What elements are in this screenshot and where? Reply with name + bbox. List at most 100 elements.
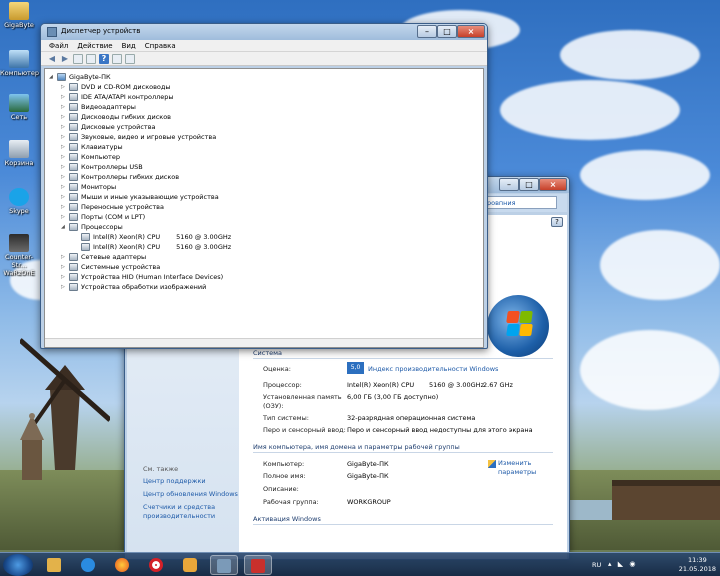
expand-arrow-icon[interactable]: ▷ [61, 252, 67, 262]
link-performance[interactable]: Счетчики и средства производительности [143, 503, 235, 521]
menu-view[interactable]: Вид [122, 42, 136, 50]
computer-section-title: Имя компьютера, имя домена и параметры р… [253, 443, 460, 451]
rating-link[interactable]: Индекс производительности Windows [368, 365, 498, 373]
tree-item[interactable]: ▷ Мыши и иные указывающие устройства [61, 192, 219, 202]
tree-item-cpu[interactable]: Intel(R) Xeon(R) CPU 5160 @ 3.00GHz [81, 242, 231, 252]
taskbar-device-manager[interactable] [210, 555, 238, 575]
tree-item[interactable]: ▷ Компьютер [61, 152, 120, 162]
expand-arrow-icon[interactable]: ▷ [61, 142, 67, 152]
tree-item[interactable]: ▷ Устройства HID (Human Interface Devices… [61, 272, 223, 282]
expand-arrow-icon[interactable]: ▷ [61, 192, 67, 202]
tree-item-processors[interactable]: ◢ Процессоры [61, 222, 123, 232]
horizontal-scrollbar[interactable] [45, 338, 483, 347]
tree-item[interactable]: ▷ Клавиатуры [61, 142, 123, 152]
expand-arrow-icon[interactable]: ▷ [61, 122, 67, 132]
close-button[interactable]: × [539, 178, 567, 191]
tree-item[interactable]: ▷ Сетевые адаптеры [61, 252, 146, 262]
computer-icon [69, 153, 78, 161]
expand-arrow-icon[interactable]: ▷ [61, 162, 67, 172]
collapse-arrow-icon[interactable]: ◢ [61, 222, 67, 232]
properties-icon[interactable] [86, 53, 96, 64]
maximize-button[interactable]: □ [437, 25, 457, 38]
processor-freq: 2.67 GHz [483, 381, 513, 389]
tree-view-icon[interactable] [73, 53, 83, 64]
forward-arrow-icon[interactable]: ▶ [60, 54, 70, 64]
desktop-icon-skype[interactable]: Skype [0, 188, 38, 215]
logo-blue [506, 324, 520, 336]
tree-item[interactable]: ▷ Переносные устройства [61, 202, 164, 212]
taskbar-media-player[interactable] [176, 555, 204, 575]
change-settings-link[interactable]: Изменить параметры [498, 459, 550, 477]
system-type-label: Тип системы: [263, 414, 309, 422]
update-icon[interactable] [112, 53, 122, 64]
tree-item[interactable]: ▷ Контроллеры гибких дисков [61, 172, 179, 182]
link-windows-update[interactable]: Центр обновления Windows [143, 490, 238, 498]
tree-item-cpu[interactable]: Intel(R) Xeon(R) CPU 5160 @ 3.00GHz [81, 232, 231, 242]
expand-arrow-icon[interactable]: ▷ [61, 282, 67, 292]
device-tree[interactable]: ◢ GigaByte-ПК ▷ DVD и CD-ROM дисководы ▷ I… [44, 68, 484, 348]
clock[interactable]: 11:39 21.05.2018 [679, 556, 716, 574]
expand-arrow-icon[interactable]: ▷ [61, 92, 67, 102]
back-arrow-icon[interactable]: ◀ [47, 54, 57, 64]
desktop-icon-recycle-bin[interactable]: Корзина [0, 140, 38, 167]
tree-item[interactable]: ▷ Дисководы гибких дисков [61, 112, 171, 122]
minimize-button[interactable]: – [499, 178, 519, 191]
expand-arrow-icon[interactable]: ▷ [61, 202, 67, 212]
desktop-icon-computer[interactable]: Компьютер [0, 50, 39, 77]
tree-item[interactable]: ▷ Системные устройства [61, 262, 160, 272]
maximize-button[interactable]: □ [519, 178, 539, 191]
tree-item[interactable]: ▷ Контроллеры USB [61, 162, 143, 172]
expand-arrow-icon[interactable]: ▷ [61, 212, 67, 222]
firefox-icon [115, 558, 129, 572]
help-button[interactable]: ? [551, 217, 563, 227]
scan-hardware-icon[interactable] [125, 53, 135, 64]
tree-item[interactable]: ▷ Дисковые устройства [61, 122, 156, 132]
usb-icon [69, 163, 78, 171]
search-field[interactable]: ровпния [483, 196, 557, 209]
menu-file[interactable]: Файл [49, 42, 68, 50]
menu-help[interactable]: Справка [145, 42, 176, 50]
expand-arrow-icon[interactable]: ▷ [61, 172, 67, 182]
minimize-button[interactable]: – [417, 25, 437, 38]
taskbar-ie[interactable] [74, 555, 102, 575]
tree-item[interactable]: ▷ IDE ATA/ATAPI контроллеры [61, 92, 174, 102]
tree-item[interactable]: ▷ Порты (COM и LPT) [61, 212, 145, 222]
desktop-icon-network[interactable]: Сеть [0, 94, 38, 121]
help-icon[interactable]: ? [99, 53, 109, 64]
start-button[interactable] [3, 554, 33, 576]
tree-item[interactable]: ▷ Звуковые, видео и игровые устройства [61, 132, 216, 142]
computer-icon [9, 50, 29, 68]
tree-item[interactable]: ▷ Устройства обработки изображений [61, 282, 206, 292]
expand-arrow-icon[interactable]: ▷ [61, 112, 67, 122]
expand-arrow-icon[interactable]: ▷ [61, 82, 67, 92]
display-adapter-icon [69, 103, 78, 111]
language-indicator[interactable]: RU [592, 561, 601, 569]
tree-item[interactable]: ▷ DVD и CD-ROM дисководы [61, 82, 171, 92]
taskbar-explorer[interactable] [40, 555, 68, 575]
expand-arrow-icon[interactable]: ▷ [61, 102, 67, 112]
pen-value: Перо и сенсорный ввод недоступны для это… [347, 426, 533, 434]
close-button[interactable]: × [457, 25, 485, 38]
opera-icon [149, 558, 163, 572]
taskbar-system[interactable] [244, 555, 272, 575]
monitor-icon [69, 183, 78, 191]
tray-icons[interactable]: ▴ ◣ ◉ [608, 560, 638, 570]
expand-arrow-icon[interactable]: ▷ [61, 132, 67, 142]
menu-action[interactable]: Действие [77, 42, 112, 50]
tree-item[interactable]: ▷ Мониторы [61, 182, 116, 192]
processor-model: 5160 @ 3.00GHz [429, 381, 484, 389]
taskbar-opera[interactable] [142, 555, 170, 575]
tree-root[interactable]: ◢ GigaByte-ПК [49, 72, 111, 82]
collapse-arrow-icon[interactable]: ◢ [49, 72, 55, 82]
tree-item[interactable]: ▷ Видеоадаптеры [61, 102, 136, 112]
link-action-center[interactable]: Центр поддержки [143, 477, 206, 485]
taskbar-firefox[interactable] [108, 555, 136, 575]
taskbar: RU ▴ ◣ ◉ 11:39 21.05.2018 [0, 552, 720, 576]
expand-arrow-icon[interactable]: ▷ [61, 152, 67, 162]
expand-arrow-icon[interactable]: ▷ [61, 182, 67, 192]
expand-arrow-icon[interactable]: ▷ [61, 262, 67, 272]
expand-arrow-icon[interactable]: ▷ [61, 272, 67, 282]
full-name-label: Полное имя: [263, 472, 306, 480]
desktop-icon-counter-strike[interactable]: Counter-Str... WaRzOnE [0, 234, 38, 277]
desktop-icon-gigabyte[interactable]: GigaByte [0, 2, 38, 29]
